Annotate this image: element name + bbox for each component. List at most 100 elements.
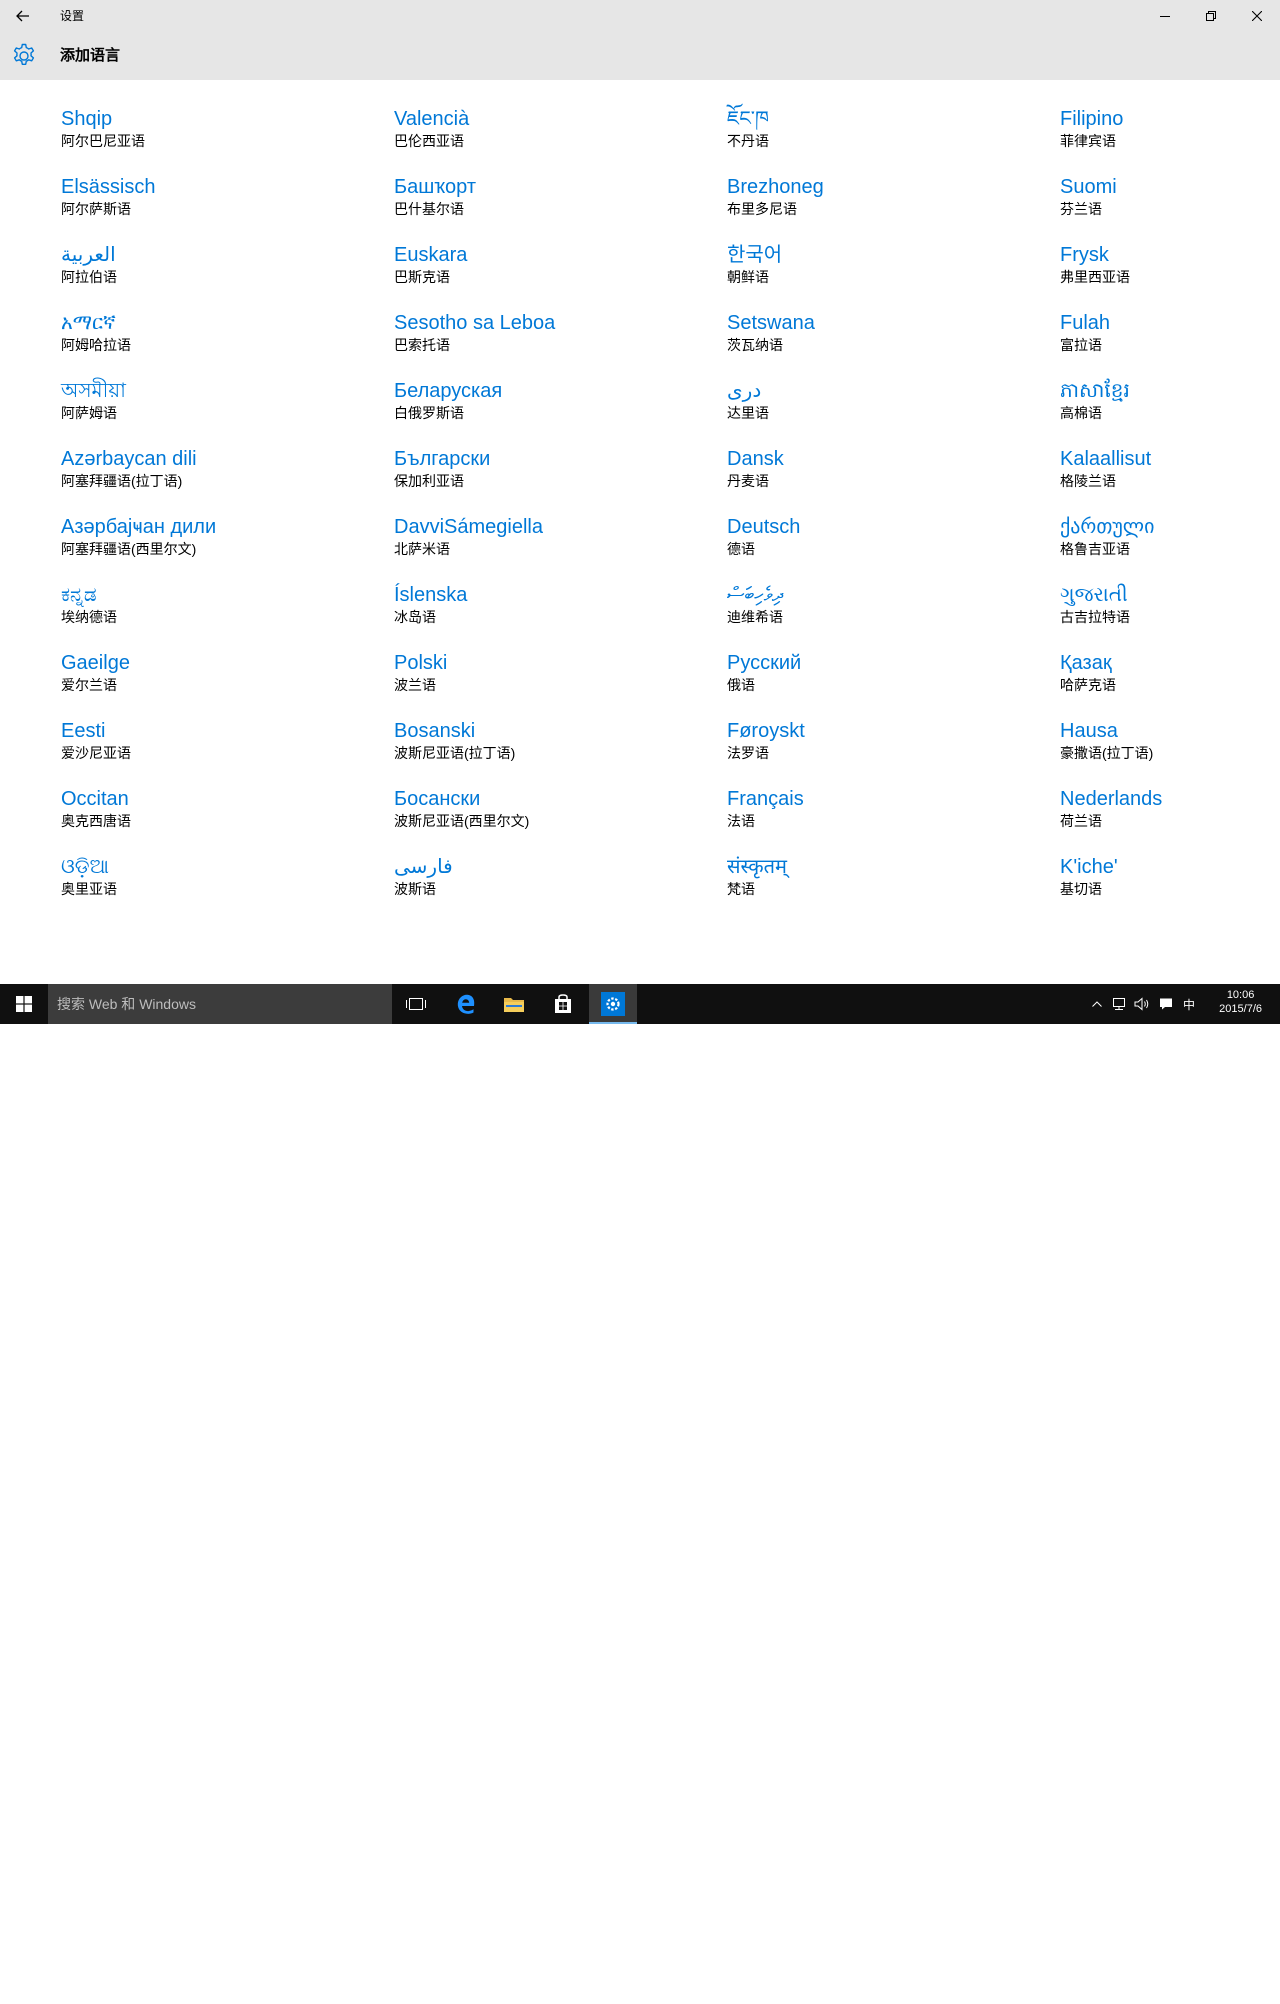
language-item[interactable]: 한국어 朝鲜语 <box>727 242 1047 298</box>
language-item[interactable]: Dansk 丹麦语 <box>727 446 1047 502</box>
language-item[interactable]: Valencià 巴伦西亚语 <box>394 106 714 162</box>
edge-icon <box>457 994 475 1014</box>
action-center-icon <box>1160 998 1172 1010</box>
language-item[interactable]: Frysk 弗里西亚语 <box>1060 242 1280 298</box>
language-item[interactable]: Polski 波兰语 <box>394 650 714 706</box>
book-watermark-icon <box>1034 1978 1082 2004</box>
language-native-name: Български <box>394 448 491 470</box>
language-item[interactable]: Беларуская 白俄罗斯语 <box>394 378 714 434</box>
language-item[interactable]: العربية 阿拉伯语 <box>61 242 381 298</box>
language-item[interactable]: ཇོང་ཁ 不丹语 <box>727 106 1047 162</box>
restore-icon <box>1206 11 1216 21</box>
language-native-name: Bosanski <box>394 720 476 742</box>
network-button[interactable] <box>1108 984 1130 1024</box>
clock-time: 10:06 <box>1226 989 1255 1001</box>
language-native-name: Frysk <box>1060 244 1109 266</box>
language-item[interactable]: Босански 波斯尼亚语(西里尔文) <box>394 786 714 842</box>
language-native-name: Беларуская <box>394 380 503 402</box>
language-native-name: Elsässisch <box>61 176 156 198</box>
language-chinese-name: 波兰语 <box>394 677 436 693</box>
language-native-name: অসমীয়া <box>61 380 126 402</box>
language-item[interactable]: অসমীয়া 阿萨姆语 <box>61 378 381 434</box>
language-native-name: Valencià <box>394 108 470 130</box>
language-native-name: ཇོང་ཁ <box>727 108 769 130</box>
task-view-button[interactable] <box>392 984 440 1024</box>
language-item[interactable]: Қазақ 哈萨克语 <box>1060 650 1280 706</box>
language-item[interactable]: دری 达里语 <box>727 378 1047 434</box>
language-item[interactable]: Français 法语 <box>727 786 1047 842</box>
language-item[interactable]: Sesotho sa Leboa 巴索托语 <box>394 310 714 366</box>
volume-button[interactable] <box>1130 984 1154 1024</box>
language-chinese-name: 富拉语 <box>1060 337 1102 353</box>
language-item[interactable]: Setswana 茨瓦纳语 <box>727 310 1047 366</box>
minimize-button[interactable] <box>1142 0 1188 32</box>
chevron-up-icon <box>1092 1001 1102 1007</box>
language-item[interactable]: Deutsch 德语 <box>727 514 1047 570</box>
language-item[interactable]: Føroyskt 法罗语 <box>727 718 1047 774</box>
language-item[interactable]: ދިވެހިބަސް 迪维希语 <box>727 582 1047 638</box>
language-chinese-name: 保加利亚语 <box>394 473 464 489</box>
language-native-name: Башҡорт <box>394 176 476 198</box>
language-item[interactable]: Азәрбајҹан дили 阿塞拜疆语(西里尔文) <box>61 514 381 570</box>
language-chinese-name: 奥克西唐语 <box>61 813 131 829</box>
language-item[interactable]: Башҡорт 巴什基尔语 <box>394 174 714 230</box>
edge-button[interactable] <box>442 984 490 1024</box>
language-item[interactable]: Brezhoneg 布里多尼语 <box>727 174 1047 230</box>
store-button[interactable] <box>539 984 587 1024</box>
language-native-name: Euskara <box>394 244 468 266</box>
language-chinese-name: 哈萨克语 <box>1060 677 1116 693</box>
language-item[interactable]: K'iche' 基切语 <box>1060 854 1280 910</box>
language-item[interactable]: ភាសាខ្មែរ 高棉语 <box>1060 378 1280 434</box>
page-title: 添加语言 <box>60 47 121 64</box>
language-chinese-name: 芬兰语 <box>1060 201 1102 217</box>
language-item[interactable]: Shqip 阿尔巴尼亚语 <box>61 106 381 162</box>
language-native-name: Босански <box>394 788 481 810</box>
maximize-button[interactable] <box>1188 0 1234 32</box>
language-item[interactable]: Nederlands 荷兰语 <box>1060 786 1280 842</box>
language-item[interactable]: Bosanski 波斯尼亚语(拉丁语) <box>394 718 714 774</box>
language-chinese-name: 阿塞拜疆语(西里尔文) <box>61 541 197 557</box>
language-chinese-name: 俄语 <box>727 677 755 693</box>
language-item[interactable]: Fulah 富拉语 <box>1060 310 1280 366</box>
language-item[interactable]: Gaeilge 爱尔兰语 <box>61 650 381 706</box>
language-item[interactable]: ქართული 格鲁吉亚语 <box>1060 514 1280 570</box>
language-item[interactable]: Occitan 奥克西唐语 <box>61 786 381 842</box>
language-native-name: Fulah <box>1060 312 1111 334</box>
language-chinese-name: 波斯尼亚语(西里尔文) <box>394 813 530 829</box>
language-item[interactable]: فارسی 波斯语 <box>394 854 714 910</box>
language-chinese-name: 基切语 <box>1060 881 1102 897</box>
language-item[interactable]: ગુજરાતી 古吉拉特语 <box>1060 582 1280 638</box>
language-native-name: Азәрбајҹан дили <box>61 516 217 538</box>
language-chinese-name: 格陵兰语 <box>1060 473 1116 489</box>
action-center-button[interactable] <box>1154 984 1178 1024</box>
language-item[interactable]: Kalaallisut 格陵兰语 <box>1060 446 1280 502</box>
file-explorer-button[interactable] <box>490 984 538 1024</box>
language-item[interactable]: Hausa 豪撒语(拉丁语) <box>1060 718 1280 774</box>
language-item[interactable]: ଓଡ଼ିଆ 奥里亚语 <box>61 854 381 910</box>
clock[interactable]: 10:06 2015/7/6 <box>1219 988 1262 1016</box>
language-item[interactable]: Suomi 芬兰语 <box>1060 174 1280 230</box>
language-item[interactable]: DavviSámegiella 北萨米语 <box>394 514 714 570</box>
ime-button[interactable]: 中 <box>1178 984 1200 1024</box>
search-input[interactable]: 搜索 Web 和 Windows <box>48 984 392 1024</box>
start-button[interactable] <box>0 984 48 1024</box>
language-item[interactable]: Русский 俄语 <box>727 650 1047 706</box>
language-item[interactable]: Български 保加利亚语 <box>394 446 714 502</box>
language-item[interactable]: አማርኛ 阿姆哈拉语 <box>61 310 381 366</box>
title-bar: 设置 <box>0 0 1280 32</box>
language-native-name: Brezhoneg <box>727 176 824 198</box>
language-item[interactable]: Elsässisch 阿尔萨斯语 <box>61 174 381 230</box>
close-button[interactable] <box>1234 0 1280 32</box>
language-item[interactable]: Euskara 巴斯克语 <box>394 242 714 298</box>
ime-indicator: 中 <box>1182 997 1195 1012</box>
language-chinese-name: 巴伦西亚语 <box>394 133 464 149</box>
back-button[interactable] <box>0 0 46 32</box>
language-item[interactable]: Azərbaycan dili 阿塞拜疆语(拉丁语) <box>61 446 381 502</box>
language-item[interactable]: ಕನ್ನಡ 埃纳德语 <box>61 582 381 638</box>
language-item[interactable]: संस्कृतम् 梵语 <box>727 854 1047 910</box>
language-item[interactable]: Íslenska 冰岛语 <box>394 582 714 638</box>
language-item[interactable]: Filipino 菲律宾语 <box>1060 106 1280 162</box>
language-item[interactable]: Eesti 爱沙尼亚语 <box>61 718 381 774</box>
settings-taskbar-button[interactable] <box>589 984 637 1024</box>
show-hidden-icons-button[interactable] <box>1086 984 1108 1024</box>
